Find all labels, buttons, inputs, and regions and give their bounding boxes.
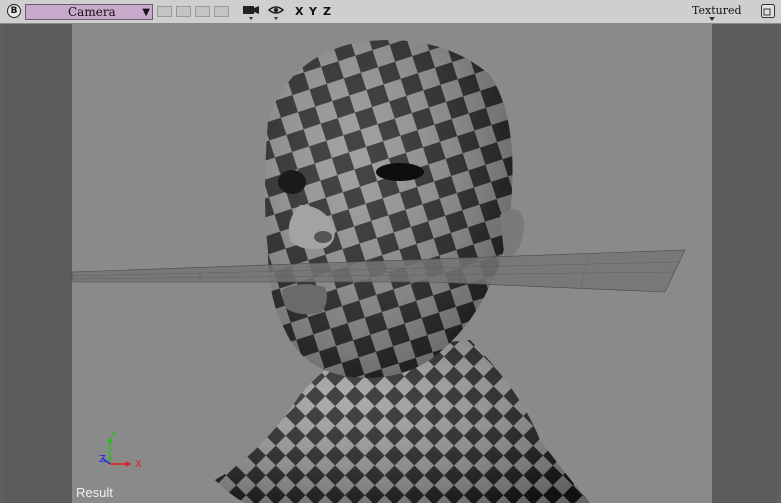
axis-x-label: X (135, 459, 142, 470)
axis-y-label: Y (110, 430, 118, 441)
eye-socket-right (376, 163, 424, 181)
camera-view-window: B Camera ▼ X Y Z Textured Y X Z Result (0, 0, 781, 503)
axis-gizmo: Y X Z (99, 430, 142, 470)
viewport-mode-label: Result (76, 485, 113, 500)
ear-mesh (500, 209, 524, 262)
eye-socket-left (278, 170, 306, 194)
axis-z-label: Z (99, 454, 106, 465)
lips-mesh (282, 284, 327, 315)
